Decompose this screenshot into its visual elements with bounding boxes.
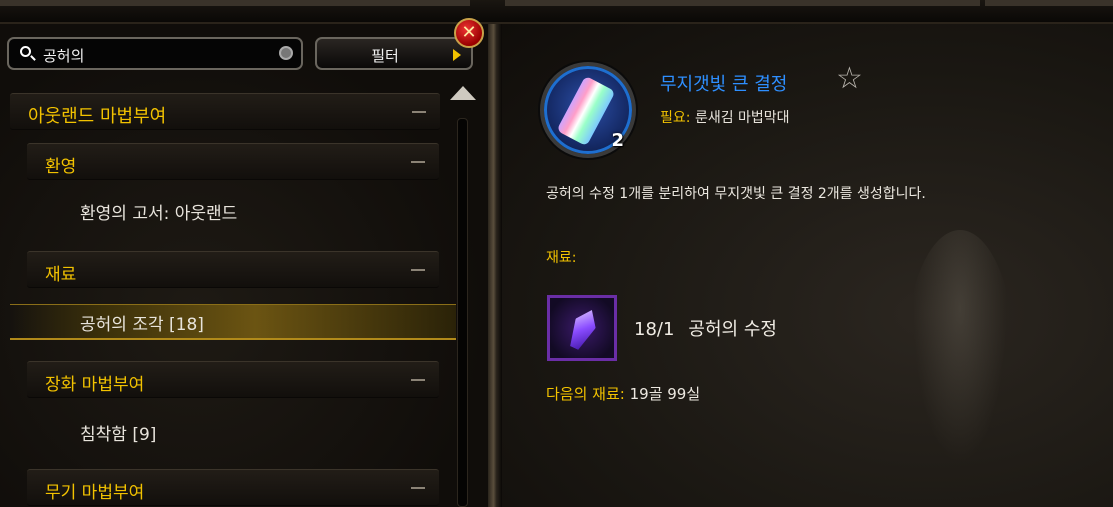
arrow-up-icon[interactable] [450,86,476,100]
star-icon[interactable]: ☆ [836,64,863,94]
category-header-outland[interactable]: 아웃랜드 마법부여 [10,93,440,130]
minus-icon[interactable] [412,111,426,113]
category-header-weapon[interactable]: 무기 마법부여 [27,469,439,506]
recipe-title: 무지갯빛 큰 결정 [660,74,788,95]
panel-divider [488,24,502,507]
search-icon [20,46,31,57]
top-bar-segment [985,0,1113,6]
filter-button[interactable]: 필터 [315,37,473,70]
minus-icon[interactable] [411,161,425,163]
minus-icon[interactable] [411,487,425,489]
list-item[interactable]: 환영의 고서: 아웃랜드 [80,199,237,224]
crystal-icon [556,75,616,147]
reagent-line: 18/1 공허의 수정 [634,315,777,341]
category-label: 아웃랜드 마법부여 [28,106,167,127]
recipe-icon[interactable]: 2 [540,62,636,158]
background-figure [905,230,1015,490]
category-label: 환영 [45,157,77,177]
search-box[interactable]: 공허의 [7,37,303,70]
clear-icon[interactable] [279,46,293,60]
cost-value: 19골 99실 [629,385,701,403]
category-label: 재료 [45,265,77,285]
category-header-boots[interactable]: 장화 마법부여 [27,361,439,398]
arrow-right-icon [453,49,461,61]
minus-icon[interactable] [411,379,425,381]
search-input[interactable]: 공허의 [43,45,84,66]
category-label: 무기 마법부여 [45,483,145,503]
recipe-cost: 다음의 재료: 19골 99실 [546,383,700,404]
cost-label: 다음의 재료: [546,385,625,403]
minus-icon[interactable] [411,269,425,271]
list-item[interactable]: 침착함 [9] [80,420,156,445]
list-item-selected[interactable]: 공허의 조각 [18] [80,310,204,335]
recipe-description: 공허의 수정 1개를 분리하여 무지갯빛 큰 결정 2개를 생성합니다. [546,186,926,202]
close-icon[interactable]: ✕ [454,18,484,48]
recipe-count: 2 [611,130,624,151]
reagent-count: 18/1 [634,319,675,340]
materials-label: 재료: [546,250,577,266]
reagent-icon[interactable] [547,295,617,361]
filter-label: 필터 [371,47,399,65]
top-bar [0,0,1113,24]
top-bar-segment [505,0,980,6]
selected-row-highlight[interactable] [10,304,456,340]
void-crystal-icon [564,305,602,352]
top-bar-segment [0,0,470,6]
category-header-illusion[interactable]: 환영 [27,143,439,180]
scrollbar-track[interactable] [457,118,468,507]
category-label: 장화 마법부여 [45,375,145,395]
reagent-name: 공허의 수정 [688,319,777,340]
requirement-label: 필요: [660,110,691,126]
recipe-requirement: 필요: 룬새김 마법막대 [660,107,790,127]
requirement-value: 룬새김 마법막대 [694,110,790,126]
category-header-materials[interactable]: 재료 [27,251,439,288]
